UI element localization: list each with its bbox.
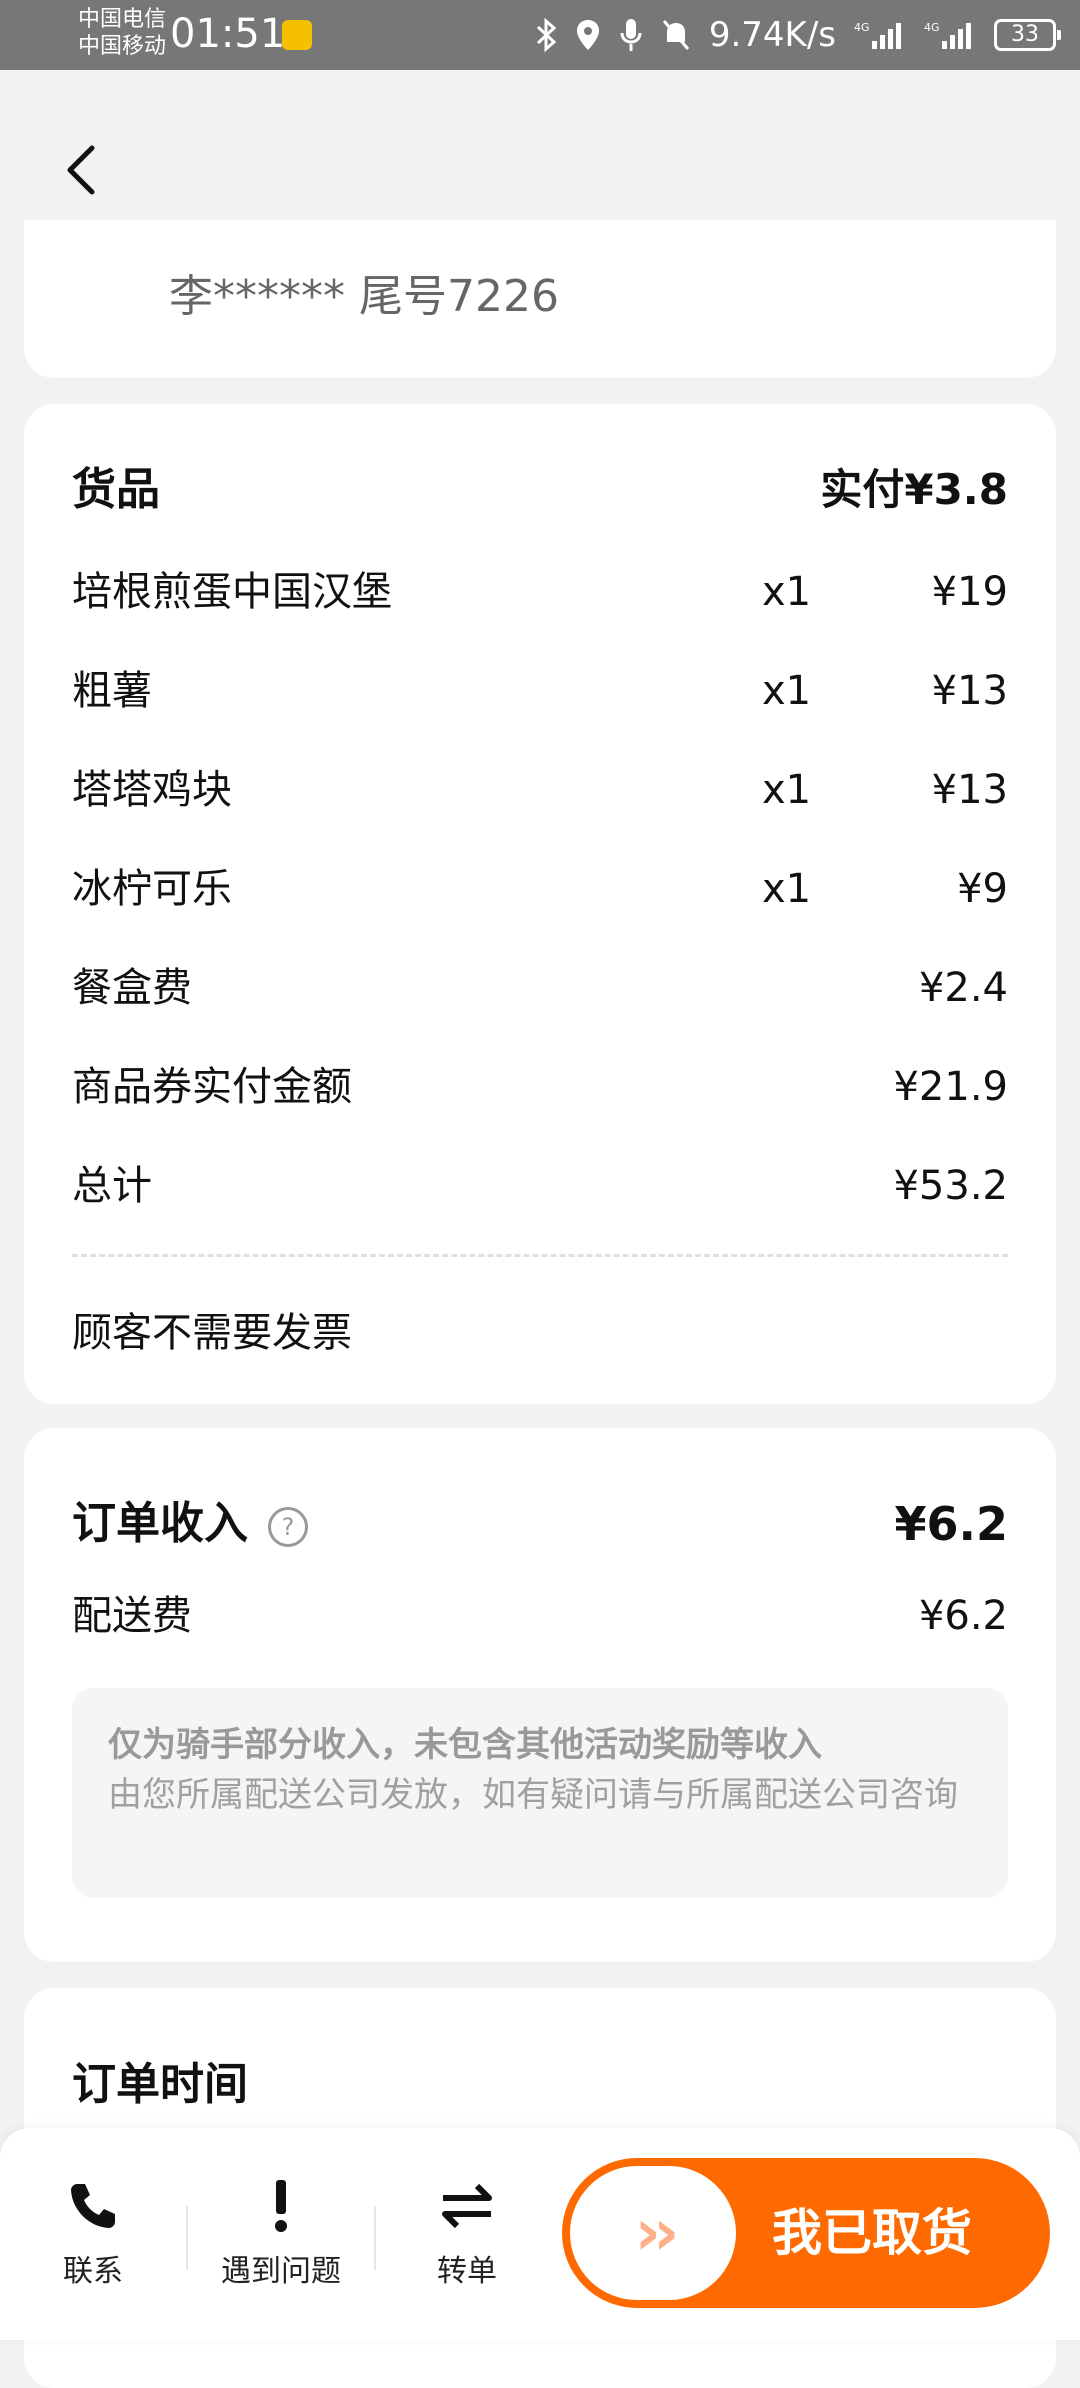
goods-item: 粗薯 x1 ¥13 [72,661,1008,721]
status-time: 01:51 [170,11,286,57]
contact-label: 联系 [63,2254,123,2289]
divider [72,1254,1008,1257]
income-note: 仅为骑手部分收入，未包含其他活动奖励等收入 由您所属配送公司发放，如有疑问请与所… [72,1688,1008,1898]
total-label: 总计 [72,1163,152,1209]
slide-knob[interactable]: ›› [570,2166,736,2300]
exclamation-icon [275,2180,287,2232]
fee-price: ¥2.4 [918,965,1008,1011]
income-title: 订单收入 [72,1498,248,1549]
carrier-2: 中国移动 [78,34,167,59]
bottom-action-bar: 联系 遇到问题 转单 ›› 我已取货 [0,2128,1080,2340]
goods-header: 货品 实付¥3.8 [72,460,1008,520]
goods-item-qty: x1 [762,569,812,615]
carrier-1: 中国电信 [78,7,167,32]
delivery-fee-label: 配送费 [72,1593,192,1639]
double-chevron-right-icon: ›› [634,2196,680,2270]
goods-item: 培根煎蛋中国汉堡 x1 ¥19 [72,562,1008,622]
status-icons: 9.74K/s 4G 4G 33 [535,14,1061,56]
goods-item-qty: x1 [762,767,812,813]
income-note-text: 由您所属配送公司发放，如有疑问请与所属配送公司咨询 [108,1775,958,1815]
signal-4g-icon: 4G [854,21,901,49]
location-icon [576,20,599,50]
fee-name: 餐盒费 [72,965,192,1011]
help-icon[interactable]: ? [268,1507,308,1547]
goods-item-name: 粗薯 [72,668,152,714]
goods-item-qty: x1 [762,668,812,714]
goods-item: 塔塔鸡块 x1 ¥13 [72,760,1008,820]
goods-item-qty: x1 [762,866,812,912]
fee-row: 商品券实付金额 ¥21.9 [72,1057,1008,1117]
goods-item-name: 培根煎蛋中国汉堡 [72,569,392,615]
bluetooth-icon [536,18,557,52]
income-total: ¥6.2 [894,1497,1009,1551]
separator [374,2206,376,2270]
mute-bell-icon [662,20,689,50]
goods-item-price: ¥13 [931,668,1008,714]
contact-button[interactable]: 联系 [18,2178,168,2290]
battery-icon: 33 [994,19,1061,51]
order-income-card: 订单收入? ¥6.2 配送费 ¥6.2 仅为骑手部分收入，未包含其他活动奖励等收… [24,1428,1056,1962]
delivery-fee-amount: ¥6.2 [918,1593,1008,1639]
transfer-arrows-icon [442,2183,492,2229]
fee-row: 餐盒费 ¥2.4 [72,958,1008,1018]
separator [186,2206,188,2270]
carrier-info: 中国电信 中国移动 [78,6,166,60]
goods-card: 货品 实付¥3.8 培根煎蛋中国汉堡 x1 ¥19 粗薯 x1 ¥13 塔塔鸡块… [24,404,1056,1404]
income-note-bold: 仅为骑手部分收入，未包含其他活动奖励等收入 [108,1725,822,1765]
picked-up-button[interactable]: ›› 我已取货 [562,2158,1050,2308]
header [0,70,1080,220]
back-arrow-icon[interactable] [60,140,104,200]
fee-price: ¥21.9 [893,1064,1008,1110]
status-bar: 中国电信 中国移动 01:51 9.74K/s 4G 4G 33 [0,0,1080,70]
income-title-group: 订单收入? [72,1484,308,1565]
goods-item: 冰柠可乐 x1 ¥9 [72,859,1008,919]
goods-item-price: ¥13 [931,767,1008,813]
customer-card: 李****** 尾号7226 [24,220,1056,378]
goods-title: 货品 [72,464,160,515]
phone-icon [71,2184,115,2228]
order-time-title: 订单时间 [72,2059,248,2110]
delivery-fee-row: 配送费 ¥6.2 [72,1586,1008,1646]
signal-4g-icon-2: 4G [924,21,971,49]
goods-item-name: 冰柠可乐 [72,866,232,912]
goods-paid-amount: 实付¥3.8 [820,465,1008,514]
picked-up-label: 我已取货 [772,2204,972,2262]
total-price: ¥53.2 [893,1163,1008,1209]
net-speed: 9.74K/s [708,15,836,55]
customer-name: 李****** 尾号7226 [169,271,559,322]
invoice-note: 顾客不需要发票 [72,1310,352,1356]
microphone-icon [620,19,642,51]
app-notification-icon [282,20,312,50]
goods-item-price: ¥19 [931,569,1008,615]
goods-item-name: 塔塔鸡块 [72,767,232,813]
problem-button[interactable]: 遇到问题 [206,2178,356,2290]
transfer-label: 转单 [437,2254,497,2289]
svg-text:4G: 4G [924,21,940,34]
svg-text:4G: 4G [854,21,870,34]
transfer-button[interactable]: 转单 [392,2178,542,2290]
goods-item-price: ¥9 [957,866,1008,912]
total-row: 总计 ¥53.2 [72,1156,1008,1216]
problem-label: 遇到问题 [221,2254,341,2289]
fee-name: 商品券实付金额 [72,1064,352,1110]
income-header: 订单收入? ¥6.2 [72,1484,1008,1564]
